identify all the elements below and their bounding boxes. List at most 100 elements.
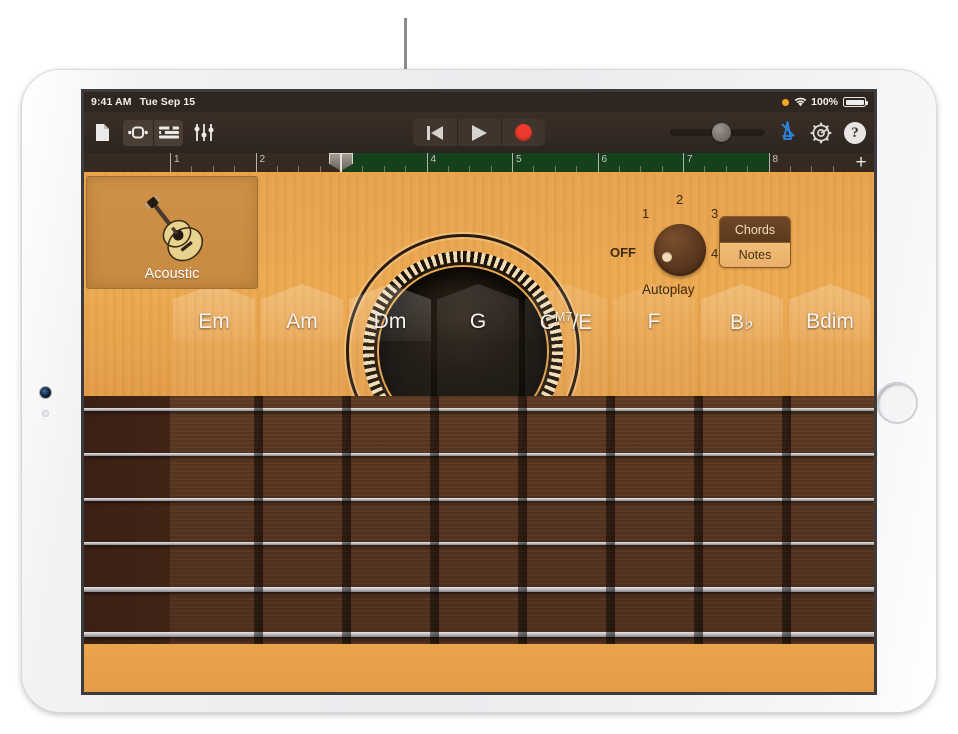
metronome-icon[interactable] [777,120,798,146]
autoplay-label-1: 1 [642,206,649,221]
status-bar: 9:41 AM Tue Sep 15 100% [84,92,874,112]
ruler-bar-tick [256,153,257,172]
battery-full-icon [843,97,866,107]
play-mode-chords-option[interactable]: Chords [720,217,790,242]
record-dot-icon [782,99,789,106]
ambient-sensor-icon [42,410,49,417]
status-bar-right: 100% [782,96,866,108]
ruler-beat-tick [191,166,192,172]
ruler-beat-tick [619,166,620,172]
ruler-beat-tick [405,166,406,172]
guitar-string[interactable] [84,498,874,501]
ruler-bar-number: 5 [516,154,522,165]
ruler-beat-tick [213,166,214,172]
ruler-bar-number: 4 [431,154,437,165]
ipad-device: 9:41 AM Tue Sep 15 100% [22,70,936,712]
ruler-bar-tick [683,153,684,172]
instrument-card[interactable]: Acoustic [86,176,258,289]
device-screen: 9:41 AM Tue Sep 15 100% [84,92,874,692]
volume-slider-knob[interactable] [712,123,731,142]
guitar-string[interactable] [84,453,874,456]
gear-icon[interactable] [810,122,832,144]
status-time: 9:41 AM [91,96,132,108]
playhead-stem [340,153,342,174]
fret-divider [518,396,527,644]
fretboard[interactable] [84,396,874,644]
master-volume-slider[interactable] [670,129,765,136]
ruler-beat-tick [555,166,556,172]
screenshot-root: 9:41 AM Tue Sep 15 100% [0,0,958,734]
timeline-ruler[interactable]: + 12345678 [84,153,874,174]
ruler-beat-tick [384,166,385,172]
loop-browser-icon[interactable] [123,120,153,146]
fret-divider [254,396,263,644]
chord-label: G [437,310,519,334]
ruler-beat-tick [662,166,663,172]
rewind-button[interactable] [413,119,457,146]
ruler-bar-number: 8 [773,154,779,165]
autoplay-label-4: 4 [711,246,718,261]
ruler-bar-tick [512,153,513,172]
ruler-beat-tick [533,166,534,172]
add-track-button[interactable]: + [852,153,870,172]
mixer-icon[interactable] [192,120,216,146]
play-mode-toggle[interactable]: Chords Notes [719,216,791,268]
status-bar-left: 9:41 AM Tue Sep 15 [91,96,195,108]
ruler-beat-tick [491,166,492,172]
ruler-beat-tick [811,166,812,172]
view-toggle-group [123,120,183,146]
ruler-bar-tick [170,153,171,172]
battery-percent-label: 100% [811,96,838,108]
play-button[interactable] [457,119,501,146]
document-icon[interactable] [90,120,114,146]
ruler-bar-tick [769,153,770,172]
help-button[interactable]: ? [844,122,866,144]
smart-guitar-instrument: EmAmDmGCM7/EFB♭Bdim [84,174,874,692]
chord-label: Bdim [789,310,871,334]
transport-controls [413,119,545,146]
autoplay-label-3: 3 [711,206,718,221]
guitar-string[interactable] [84,542,874,545]
ruler-beat-tick [747,166,748,172]
fret-divider [430,396,439,644]
ruler-bar-number: 1 [174,154,180,165]
chord-label: Dm [349,310,431,334]
autoplay-title: Autoplay [642,282,695,297]
ruler-beat-tick [726,166,727,172]
chord-label: F [613,310,695,334]
record-icon [515,124,532,141]
fret-divider [782,396,791,644]
toolbar-left-group [90,120,216,146]
instrument-card-label: Acoustic [145,266,200,282]
ruler-beat-tick [790,166,791,172]
ruler-beat-tick [277,166,278,172]
home-button[interactable] [876,382,918,424]
ruler-beat-tick [234,166,235,172]
autoplay-label-2: 2 [676,192,683,207]
chord-label-superscript: M7 [555,310,572,324]
ruler-beat-tick [362,166,363,172]
guitar-string[interactable] [84,587,874,592]
ruler-beat-tick [320,166,321,172]
fretboard-left-edge [84,396,170,644]
guitar-string[interactable] [84,408,874,411]
chord-label: Am [261,310,343,334]
autoplay-knob[interactable] [654,224,706,276]
fret-divider [342,396,351,644]
ruler-beat-tick [298,166,299,172]
ruler-bar-number: 6 [602,154,608,165]
ruler-beat-tick [833,166,834,172]
ruler-beat-tick [448,166,449,172]
guitar-string[interactable] [84,632,874,637]
chord-label: B♭ [701,310,783,335]
track-view-icon[interactable] [153,120,183,146]
toolbar-right-group: ? [670,120,866,146]
ruler-left-pad [84,153,170,172]
ruler-bar-number: 7 [687,154,693,165]
ruler-bar-number: 2 [260,154,266,165]
play-mode-notes-option[interactable]: Notes [720,242,790,267]
record-button[interactable] [501,119,545,146]
main-toolbar: ? [84,112,874,153]
front-camera-icon [40,387,51,398]
autoplay-label-off: OFF [610,245,636,260]
